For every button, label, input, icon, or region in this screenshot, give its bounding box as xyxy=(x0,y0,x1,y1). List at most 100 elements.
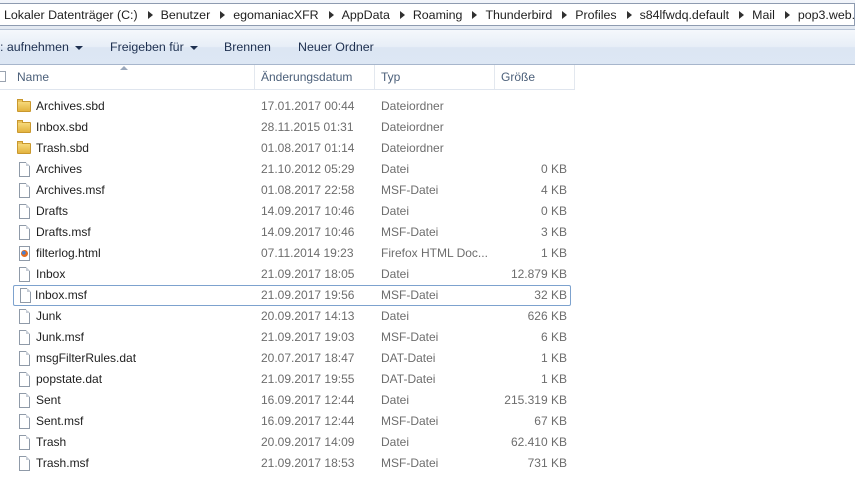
column-header-date-label: Änderungsdatum xyxy=(261,70,353,84)
file-date: 21.10.2012 05:29 xyxy=(261,162,355,176)
file-type: Firefox HTML Doc... xyxy=(381,246,488,260)
file-date: 16.09.2017 12:44 xyxy=(261,414,355,428)
breadcrumb-item-label: Thunderbird xyxy=(485,7,553,22)
breadcrumb-item[interactable]: Mail xyxy=(752,8,798,22)
chevron-right-icon[interactable] xyxy=(399,10,405,19)
file-row[interactable]: Trash.sbd 01.08.2017 01:14 Dateiordner xyxy=(0,138,575,159)
file-type: DAT-Datei xyxy=(381,351,436,365)
chevron-right-icon[interactable] xyxy=(328,10,334,19)
file-icon xyxy=(17,411,33,432)
chevron-right-icon[interactable] xyxy=(739,10,745,19)
file-row[interactable]: Archives.msf 01.08.2017 22:58 MSF-Datei 4 K… xyxy=(0,180,575,201)
file-name: Inbox.msf xyxy=(35,288,88,302)
file-row[interactable]: Drafts.msf 14.09.2017 10:46 MSF-Datei 3 KB xyxy=(0,222,575,243)
file-row[interactable]: Sent.msf 16.09.2017 12:44 MSF-Datei 67 KB xyxy=(0,411,575,432)
column-header-size[interactable]: Größe xyxy=(495,65,575,89)
file-row[interactable]: Inbox.msf 21.09.2017 19:56 MSF-Datei 32 KB xyxy=(13,285,571,306)
new-folder-label: Neuer Ordner xyxy=(298,40,374,54)
file-name: Sent.msf xyxy=(36,414,84,428)
breadcrumb-item-label: Profiles xyxy=(575,7,617,22)
file-name: Inbox.sbd xyxy=(36,120,89,134)
column-header-type[interactable]: Typ xyxy=(375,65,495,89)
file-name: Trash.sbd xyxy=(36,141,89,155)
file-size: 32 KB xyxy=(534,288,567,302)
file-name: Junk.msf xyxy=(36,330,85,344)
file-date: 20.09.2017 14:09 xyxy=(261,435,355,449)
breadcrumb-item-label: Mail xyxy=(752,7,775,22)
breadcrumb-item[interactable]: Lokaler Datenträger (C:) xyxy=(4,8,161,22)
file-size: 1 KB xyxy=(540,372,567,386)
file-type: MSF-Datei xyxy=(381,288,439,302)
column-header-type-label: Typ xyxy=(381,70,401,84)
file-row[interactable]: Inbox 21.09.2017 18:05 Datei 12.879 KB xyxy=(0,264,575,285)
file-name: popstate.dat xyxy=(36,372,103,386)
file-row[interactable]: popstate.dat 21.09.2017 19:55 DAT-Datei 1 K… xyxy=(0,369,575,390)
file-size: 1 KB xyxy=(540,351,567,365)
file-row[interactable]: Junk 20.09.2017 14:13 Datei 626 KB xyxy=(0,306,575,327)
file-name: Trash xyxy=(36,435,67,449)
file-date: 21.09.2017 19:03 xyxy=(261,330,355,344)
file-size: 4 KB xyxy=(540,183,567,197)
column-header-date[interactable]: Änderungsdatum xyxy=(255,65,375,89)
file-size: 3 KB xyxy=(540,225,567,239)
file-row[interactable]: Archives.sbd 17.01.2017 00:44 Dateiordner xyxy=(0,96,575,117)
file-row[interactable]: Trash.msf 21.09.2017 18:53 MSF-Datei 731 KB xyxy=(0,453,575,474)
chevron-right-icon[interactable] xyxy=(147,10,153,19)
chevron-right-icon[interactable] xyxy=(562,10,568,19)
file-date: 21.09.2017 19:56 xyxy=(261,288,355,302)
file-icon xyxy=(17,201,33,222)
file-rows: Archives.sbd 17.01.2017 00:44 Dateiordner I… xyxy=(0,96,575,474)
file-icon xyxy=(17,264,33,285)
chevron-right-icon[interactable] xyxy=(784,10,790,19)
file-type: DAT-Datei xyxy=(381,372,436,386)
file-icon xyxy=(17,306,33,327)
file-name: Archives xyxy=(36,162,83,176)
file-type: Datei xyxy=(381,204,410,218)
breadcrumb-item[interactable]: AppData xyxy=(342,8,413,22)
file-size: 626 KB xyxy=(527,309,567,323)
file-row[interactable]: filterlog.html 07.11.2014 19:23 Firefox HT… xyxy=(0,243,575,264)
breadcrumb-item[interactable]: s84lfwdq.default xyxy=(640,8,753,22)
file-icon xyxy=(17,432,33,453)
file-size: 215.319 KB xyxy=(504,393,567,407)
burn-label: Brennen xyxy=(224,40,271,54)
file-row[interactable]: Archives 21.10.2012 05:29 Datei 0 KB xyxy=(0,159,575,180)
file-type: MSF-Datei xyxy=(381,414,439,428)
file-row[interactable]: Trash 20.09.2017 14:09 Datei 62.410 KB xyxy=(0,432,575,453)
breadcrumb-item[interactable]: pop3.web.de xyxy=(798,8,854,22)
file-row[interactable]: Junk.msf 21.09.2017 19:03 MSF-Datei 6 KB xyxy=(0,327,575,348)
file-icon xyxy=(17,180,33,201)
column-header-name[interactable]: Name xyxy=(0,65,255,89)
share-with-button[interactable]: Freigeben für xyxy=(110,30,198,65)
file-date: 14.09.2017 10:46 xyxy=(261,225,355,239)
file-type: Dateiordner xyxy=(381,99,444,113)
chevron-right-icon[interactable] xyxy=(626,10,632,19)
breadcrumb-item[interactable]: Roaming xyxy=(413,8,486,22)
chevron-right-icon[interactable] xyxy=(220,10,226,19)
file-row[interactable]: msgFilterRules.dat 20.07.2017 18:47 DAT-Da… xyxy=(0,348,575,369)
file-type: Dateiordner xyxy=(381,120,444,134)
breadcrumb-item-label: Benutzer xyxy=(160,7,211,22)
column-header-row: Name Änderungsdatum Typ Größe xyxy=(0,65,575,90)
file-row[interactable]: Drafts 14.09.2017 10:46 Datei 0 KB xyxy=(0,201,575,222)
breadcrumb-item[interactable]: Thunderbird xyxy=(485,8,575,22)
breadcrumb-item[interactable]: Profiles xyxy=(575,8,639,22)
new-folder-button[interactable]: Neuer Ordner xyxy=(298,30,374,65)
breadcrumb[interactable]: Lokaler Datenträger (C:) Benutzer egomania… xyxy=(0,3,855,26)
folder-icon xyxy=(17,117,33,138)
file-size: 0 KB xyxy=(540,204,567,218)
file-row[interactable]: Sent 16.09.2017 12:44 Datei 215.319 KB xyxy=(0,390,575,411)
file-name: Archives.msf xyxy=(36,183,105,197)
file-name: Inbox xyxy=(36,267,66,281)
file-name: Trash.msf xyxy=(36,456,89,470)
column-header-size-label: Größe xyxy=(501,70,536,84)
file-row[interactable]: Inbox.sbd 28.11.2015 01:31 Dateiordner xyxy=(0,117,575,138)
breadcrumb-item[interactable]: Benutzer xyxy=(161,8,234,22)
file-size: 731 KB xyxy=(527,456,567,470)
file-type: Datei xyxy=(381,162,410,176)
breadcrumb-item[interactable]: egomaniacXFR xyxy=(233,8,341,22)
file-date: 01.08.2017 01:14 xyxy=(261,141,355,155)
burn-button[interactable]: Brennen xyxy=(224,30,271,65)
include-in-library-button[interactable]: : aufnehmen xyxy=(0,30,83,65)
chevron-right-icon[interactable] xyxy=(472,10,478,19)
